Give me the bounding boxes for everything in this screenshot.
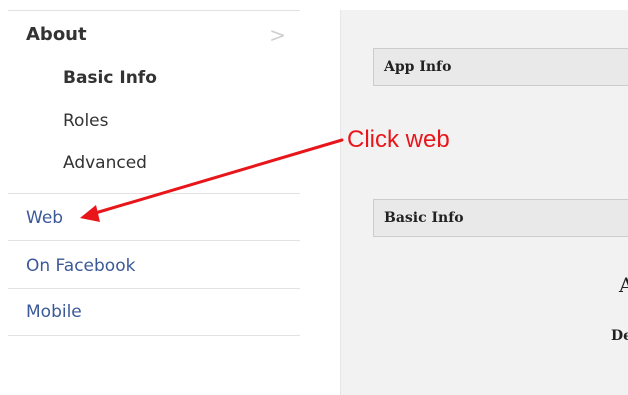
sidebar-section-about[interactable]: About > (26, 24, 296, 48)
sidebar-divider (8, 240, 300, 241)
sidebar-divider (8, 193, 300, 194)
sidebar-item-basic-info[interactable]: Basic Info (63, 68, 157, 92)
sidebar-item-mobile[interactable]: Mobile (26, 302, 82, 326)
basic-info-panel-header: Basic Info (373, 199, 628, 237)
app-info-title: App Info (384, 59, 452, 75)
settings-sidebar: About > Basic Info Roles Advanced Web On… (0, 0, 300, 395)
sidebar-item-roles[interactable]: Roles (63, 111, 109, 135)
clipped-field-label: De (611, 328, 628, 344)
sidebar-top-divider (8, 10, 300, 11)
sidebar-item-on-facebook[interactable]: On Facebook (26, 256, 135, 280)
app-info-panel-header: App Info (373, 48, 628, 86)
sidebar-item-web[interactable]: Web (26, 208, 63, 232)
sidebar-item-advanced[interactable]: Advanced (63, 153, 147, 177)
main-content-panel: App Info Basic Info A De (340, 10, 628, 395)
sidebar-divider (8, 288, 300, 289)
basic-info-title: Basic Info (384, 210, 464, 226)
sidebar-divider (8, 335, 300, 336)
sidebar-section-label: About (26, 24, 87, 45)
annotation-callout-text: Click web (347, 126, 450, 153)
clipped-heading-text: A (619, 273, 628, 297)
chevron-right-icon: > (269, 23, 286, 47)
